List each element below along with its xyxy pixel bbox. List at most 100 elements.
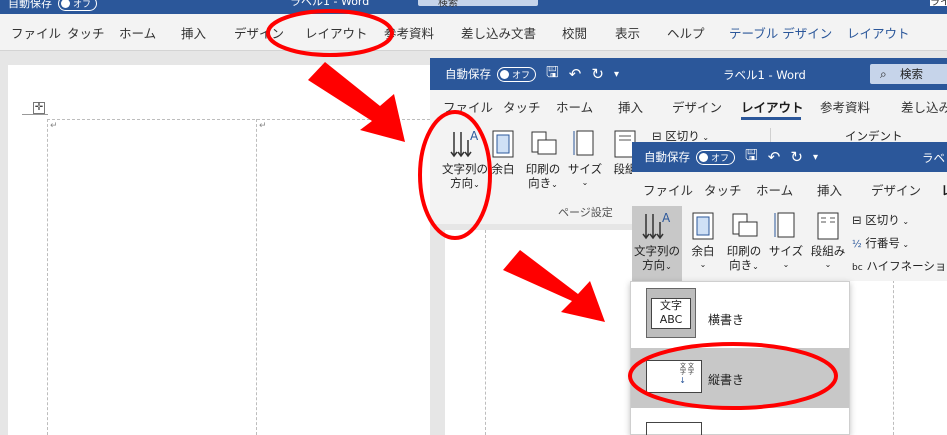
thumb-text-1: 文字 [660, 299, 682, 312]
orientation-button[interactable]: 印刷の 向き⌄ [724, 210, 764, 274]
chevron-down-icon: ⌄ [824, 260, 832, 269]
hyphenation-icon: bc [852, 263, 863, 273]
page-setup-group-label: ページ設定 [558, 206, 613, 219]
title-bar-3: 自動保存 オフ 🖫 ↶ ↻ ▾ ラベ [632, 142, 947, 172]
tab-insert[interactable]: 挿入 [170, 23, 217, 42]
size-icon [774, 212, 795, 238]
tab-layout-active[interactable]: レイアウト [730, 97, 815, 116]
text-direction-icon: A [450, 129, 479, 158]
ribbon-display-options[interactable]: ライ [930, 0, 947, 8]
customize-qat-icon[interactable]: ▾ [614, 69, 619, 80]
breaks-icon: ⊟ [652, 129, 662, 143]
tab-design[interactable]: デザイン [661, 97, 733, 116]
redo-icon[interactable]: ↻ [790, 148, 803, 166]
undo-icon[interactable]: ↶ [569, 65, 582, 83]
autosave-toggle[interactable]: オフ [696, 149, 736, 165]
tab-insert[interactable]: 挿入 [806, 180, 853, 199]
tab-mailings[interactable]: 差し込み文書 [450, 23, 547, 42]
size-button[interactable]: サイズ ⌄ [567, 128, 603, 190]
orientation-label-2: 向き [528, 176, 552, 190]
save-icon[interactable]: 🖫 [745, 145, 758, 170]
breaks-icon: ⊟ [852, 213, 862, 227]
text-direction-label-1: 文字列の [442, 162, 488, 176]
search-box[interactable]: 検索 [418, 0, 538, 9]
tab-help[interactable]: ヘルプ [656, 23, 716, 42]
margin-corner-mark [22, 114, 48, 115]
table-left-border-2 [485, 230, 486, 435]
tab-touch[interactable]: タッチ [693, 180, 753, 199]
tab-table-design[interactable]: テーブル デザイン [718, 23, 843, 42]
tab-review[interactable]: 校閲 [551, 23, 598, 42]
paragraph-mark: ↵ [259, 121, 267, 131]
breaks-label: 区切り [665, 129, 700, 143]
line-numbers-icon: ½ [852, 239, 862, 250]
margins-button[interactable]: 余白 [488, 128, 518, 176]
tab-references[interactable]: 参考資料 [373, 23, 445, 42]
chevron-down-icon: ⌄ [551, 180, 558, 189]
text-direction-label-2: 方向 [642, 258, 666, 272]
table-cell-divider [256, 119, 257, 435]
size-label: サイズ [768, 244, 804, 258]
autosave-label: 自動保存 [644, 150, 690, 164]
tab-touch[interactable]: タッチ [56, 23, 116, 42]
tab-design[interactable]: デザイン [223, 23, 295, 42]
tab-references[interactable]: 参考資料 [809, 97, 881, 116]
horizontal-option[interactable]: 文字 ABC 横書き [631, 285, 849, 345]
customize-qat-icon[interactable]: ▾ [813, 152, 818, 163]
toggle-text: オフ [73, 0, 92, 10]
vertical-label: 縦書き [708, 373, 745, 387]
tab-touch[interactable]: タッチ [492, 97, 552, 116]
tab-design[interactable]: デザイン [860, 180, 932, 199]
title-bar-2: 自動保存 オフ 🖫 ↶ ↻ ▾ ラベル1 - Word ⌕ 検索 [430, 58, 947, 90]
chevron-down-icon: ⌄ [899, 240, 910, 249]
vertical-option-selected[interactable]: 文字 文字 ↓ 縦書き [631, 348, 849, 408]
size-button[interactable]: サイズ ⌄ [768, 210, 804, 272]
chevron-down-icon: ⌄ [699, 133, 710, 142]
line-numbers-button[interactable]: ½ 行番号 ⌄ [852, 235, 909, 251]
tab-table-layout[interactable]: レイアウト [836, 23, 921, 42]
orientation-icon [732, 213, 758, 237]
table-move-handle[interactable]: ✛ [33, 102, 45, 114]
save-icon[interactable]: 🖫 [546, 62, 559, 87]
margins-button[interactable]: 余白 ⌄ [686, 210, 720, 272]
margins-label: 余白 [491, 162, 515, 176]
vertical-thumb-arrow: ↓ [679, 376, 686, 385]
autosave-toggle[interactable]: オフ [497, 66, 537, 82]
toggle-knob [61, 0, 70, 8]
vertical-thumb-text-2: 文字 [680, 363, 687, 376]
tab-view[interactable]: 表示 [604, 23, 651, 42]
paragraph-mark: ↵ [50, 121, 58, 131]
rotated-option-partial[interactable] [646, 422, 702, 435]
orientation-label-1: 印刷の [525, 162, 561, 176]
tab-home[interactable]: ホーム [108, 23, 167, 42]
breaks-button[interactable]: ⊟ 区切り ⌄ [852, 212, 909, 228]
tab-home[interactable]: ホーム [745, 180, 804, 199]
orientation-button[interactable]: 印刷の 向き⌄ [523, 128, 563, 192]
tab-layout-active[interactable]: レ [930, 180, 947, 199]
hyphenation-label: ハイフネーション [866, 259, 947, 273]
redo-icon[interactable]: ↻ [591, 65, 604, 83]
size-label: サイズ [567, 162, 603, 176]
doc-title: ラベル1 - Word [290, 0, 370, 8]
hyphenation-button[interactable]: bc ハイフネーション [852, 258, 947, 274]
tab-home[interactable]: ホーム [545, 97, 604, 116]
undo-icon[interactable]: ↶ [768, 148, 781, 166]
columns-button[interactable]: 段組み ⌄ [808, 210, 848, 272]
table-top-border [47, 119, 430, 120]
line-numbers-label: 行番号 [865, 236, 900, 250]
chevron-down-icon: ⌄ [665, 262, 672, 271]
toggle-knob [699, 152, 708, 162]
autosave-toggle[interactable]: オフ [58, 0, 98, 11]
tab-layout[interactable]: レイアウト [294, 23, 379, 42]
tab-mailings[interactable]: 差し込み [890, 97, 947, 116]
tab-insert[interactable]: 挿入 [607, 97, 654, 116]
margins-icon [492, 130, 514, 158]
size-icon [573, 130, 594, 156]
columns-label: 段組み [810, 244, 846, 258]
search-icon: ⌕ [880, 67, 887, 81]
search-box[interactable]: ⌕ 検索 [870, 64, 947, 84]
orientation-label-1: 印刷の [726, 244, 762, 258]
ribbon-panel-3: A 文字列の 方向⌄ 余白 ⌄ 印刷の 向き⌄ サイズ ⌄ 段組み ⌄ ⊟ 区切… [632, 206, 947, 281]
text-direction-button-pressed[interactable]: A 文字列の 方向⌄ [632, 206, 682, 281]
text-direction-button[interactable]: A 文字列の 方向⌄ [440, 128, 490, 192]
